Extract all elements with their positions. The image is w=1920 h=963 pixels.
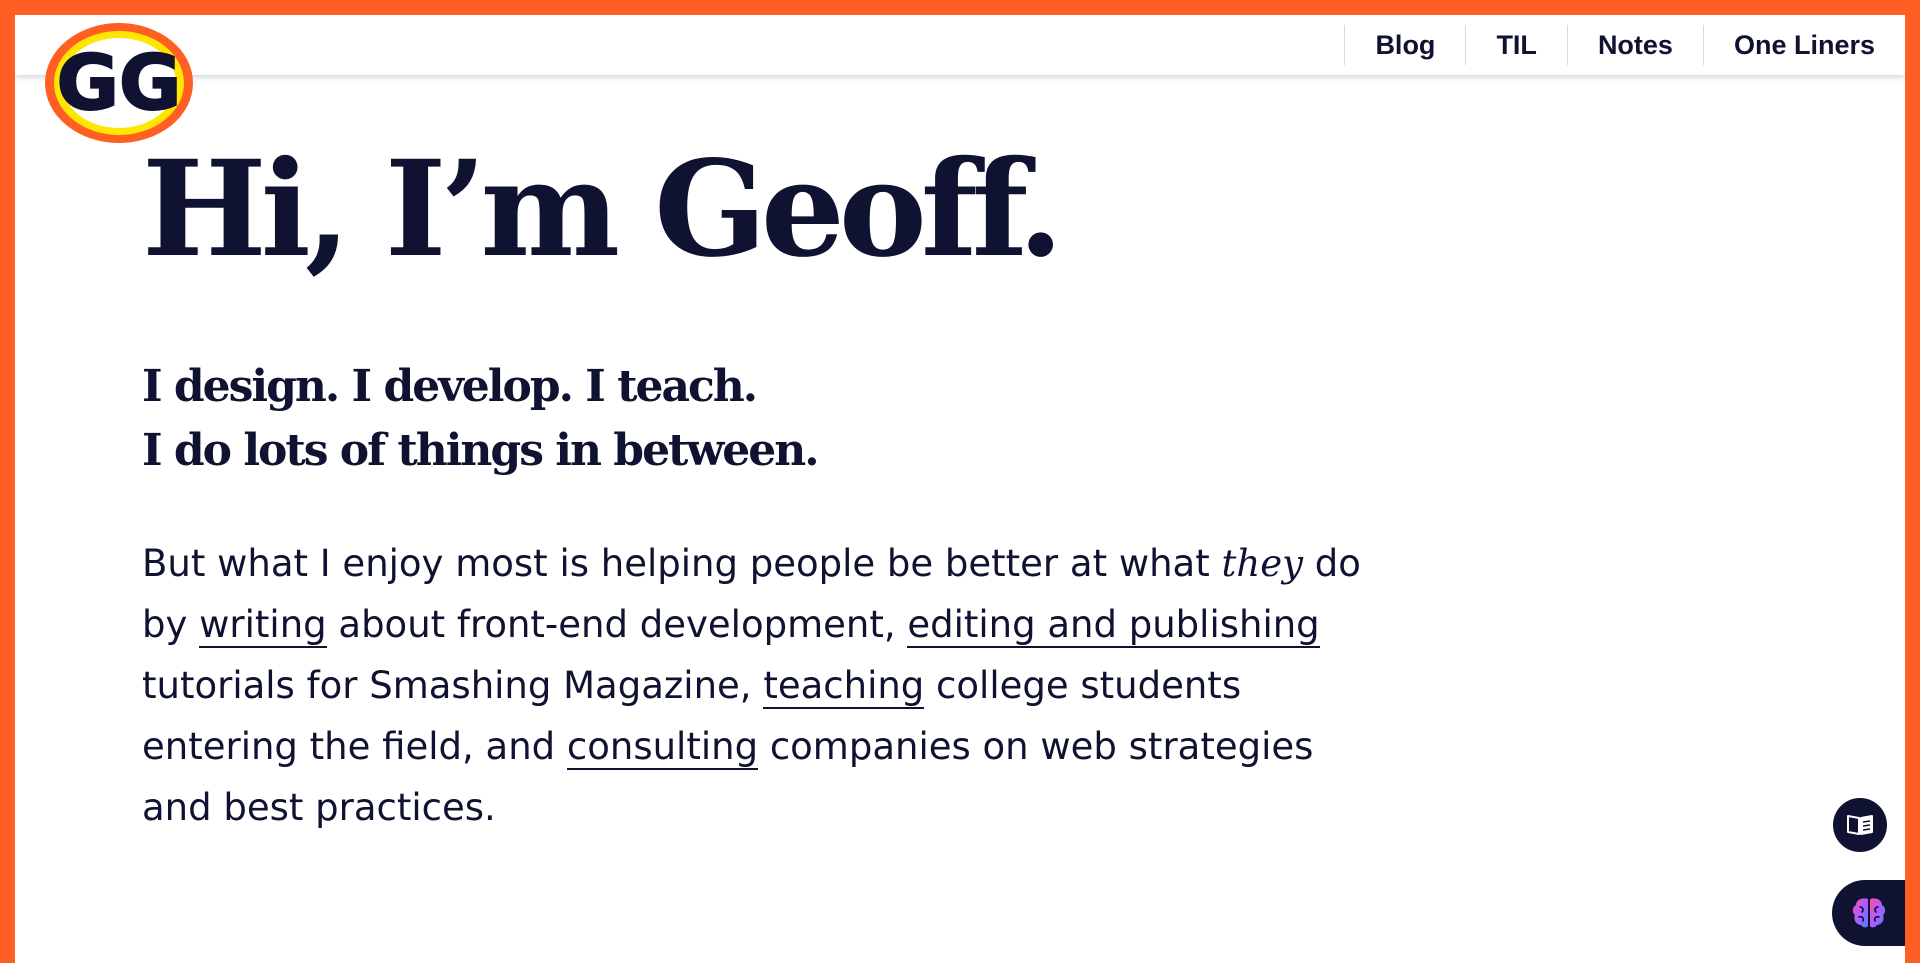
page-frame: Blog TIL Notes One Liners GG Hi, I’m Geo… [15, 15, 1905, 963]
hero-title: Hi, I’m Geoff. [142, 132, 1064, 287]
site-header: Blog TIL Notes One Liners [15, 15, 1905, 75]
tagline-line-2: I do lots of things in between. [142, 425, 820, 476]
intro-paragraph: But what I enjoy most is helping people … [142, 533, 1382, 838]
nav-one-liners[interactable]: One Liners [1702, 25, 1905, 65]
brain-icon [1852, 898, 1885, 928]
site-logo[interactable]: GG [43, 21, 195, 145]
nav-blog[interactable]: Blog [1344, 25, 1465, 65]
link-writing[interactable]: writing [199, 603, 327, 648]
nav-notes[interactable]: Notes [1566, 25, 1703, 65]
book-icon [1847, 815, 1873, 835]
link-teaching[interactable]: teaching [763, 664, 925, 709]
intro-text-1: But what I enjoy most is helping people … [142, 542, 1222, 585]
logo-text: GG [57, 38, 182, 127]
main-nav: Blog TIL Notes One Liners [1344, 25, 1905, 65]
intro-text-3: about front-end development, [326, 603, 908, 646]
main-content: Hi, I’m Geoff. I design. I develop. I te… [142, 135, 1392, 838]
link-consulting[interactable]: consulting [566, 725, 759, 770]
intro-text-4: tutorials for Smashing Magazine, [142, 664, 764, 707]
ai-assistant-button[interactable] [1832, 880, 1905, 946]
intro-emphasis: they [1221, 542, 1304, 585]
reader-mode-button[interactable] [1833, 798, 1887, 852]
link-editing-publishing[interactable]: editing and publishing [907, 603, 1320, 648]
hero-tagline: I design. I develop. I teach. I do lots … [142, 355, 1392, 483]
tagline-line-1: I design. I develop. I teach. [142, 361, 758, 412]
nav-til[interactable]: TIL [1465, 25, 1567, 65]
